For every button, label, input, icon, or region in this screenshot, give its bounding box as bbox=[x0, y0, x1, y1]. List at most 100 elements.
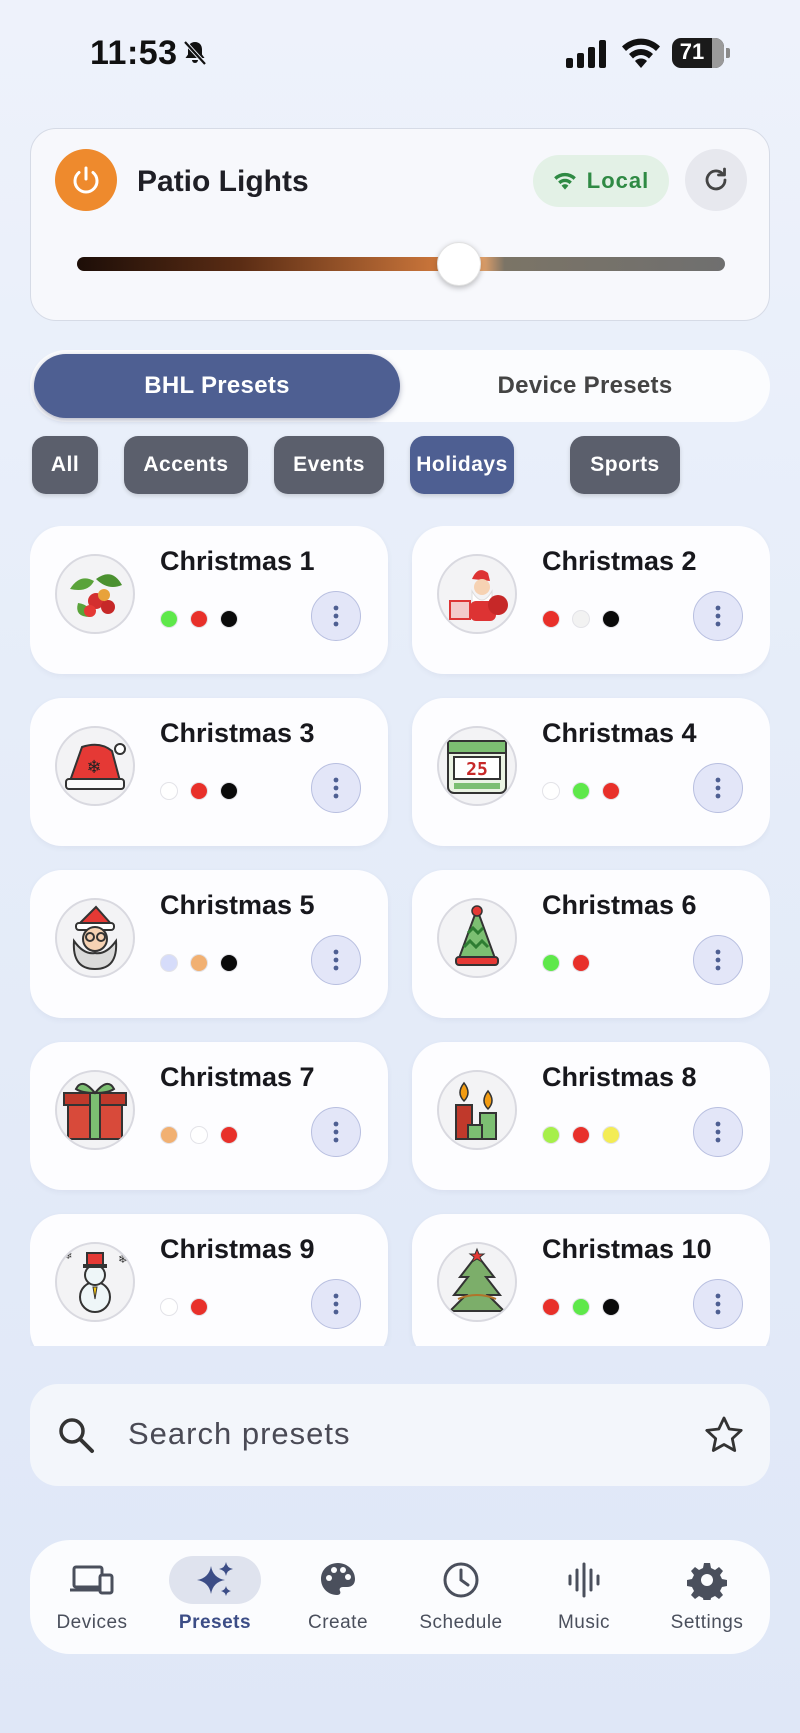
preset-source-tabs: BHL Presets Device Presets bbox=[30, 350, 770, 422]
preset-color-swatches bbox=[542, 1126, 620, 1144]
preset-color-swatches bbox=[160, 782, 238, 800]
color-swatch bbox=[572, 610, 590, 628]
preset-color-swatches bbox=[542, 610, 620, 628]
color-swatch bbox=[602, 610, 620, 628]
preset-menu-button[interactable] bbox=[311, 1279, 361, 1329]
preset-menu-button[interactable] bbox=[693, 763, 743, 813]
preset-menu-button[interactable] bbox=[311, 935, 361, 985]
color-swatch bbox=[220, 954, 238, 972]
favorites-star-icon[interactable] bbox=[702, 1413, 746, 1457]
preset-menu-button[interactable] bbox=[693, 935, 743, 985]
connection-label: Local bbox=[586, 168, 650, 193]
color-swatch bbox=[160, 610, 178, 628]
brightness-slider-thumb[interactable] bbox=[437, 242, 482, 286]
more-vertical-icon bbox=[715, 605, 721, 627]
preset-title: Christmas 9 bbox=[160, 1234, 315, 1264]
search-bar[interactable]: Search presets bbox=[30, 1384, 770, 1486]
clock-icon bbox=[415, 1556, 507, 1604]
bottom-navigation: Devices Presets Create Schedule Music Setting… bbox=[30, 1540, 770, 1654]
color-swatch bbox=[190, 954, 208, 972]
preset-card[interactable]: ❄ ❄ Christmas 9 bbox=[30, 1214, 388, 1346]
svg-text:25: 25 bbox=[466, 759, 488, 780]
search-input[interactable]: Search presets bbox=[128, 1416, 351, 1452]
preset-title: Christmas 6 bbox=[542, 890, 697, 920]
preset-menu-button[interactable] bbox=[311, 591, 361, 641]
color-swatch bbox=[160, 954, 178, 972]
preset-card[interactable]: Christmas 5 bbox=[30, 870, 388, 1018]
color-swatch bbox=[542, 610, 560, 628]
category-chip-events[interactable]: Events bbox=[274, 436, 384, 494]
tab-bhl-presets[interactable]: BHL Presets bbox=[34, 354, 400, 418]
more-vertical-icon bbox=[333, 1121, 339, 1143]
preset-card[interactable]: Christmas 2 bbox=[412, 526, 770, 674]
gear-icon bbox=[661, 1556, 753, 1604]
device-control-card: Patio Lights Local bbox=[30, 128, 770, 321]
svg-text:❄: ❄ bbox=[86, 757, 101, 778]
color-swatch bbox=[542, 1126, 560, 1144]
preset-color-swatches bbox=[542, 1298, 620, 1316]
nav-item-music[interactable]: Music bbox=[529, 1540, 639, 1654]
svg-text:❄: ❄ bbox=[64, 1251, 72, 1262]
preset-title: Christmas 4 bbox=[542, 718, 697, 748]
preset-card[interactable]: Christmas 10 bbox=[412, 1214, 770, 1346]
more-vertical-icon bbox=[715, 949, 721, 971]
nav-label: Music bbox=[557, 1612, 611, 1633]
preset-grid: Christmas 1 Christmas 2 ❄ Christmas 3 25 Chri… bbox=[30, 526, 770, 1346]
nav-label: Schedule bbox=[419, 1612, 503, 1633]
party-hat-icon bbox=[437, 898, 517, 978]
preset-menu-button[interactable] bbox=[693, 591, 743, 641]
preset-title: Christmas 7 bbox=[160, 1062, 315, 1092]
preset-card[interactable]: Christmas 6 bbox=[412, 870, 770, 1018]
calendar-25-icon: 25 bbox=[437, 726, 517, 806]
gift-icon bbox=[55, 1070, 135, 1150]
snowman-icon: ❄ ❄ bbox=[55, 1242, 135, 1322]
color-swatch bbox=[602, 1298, 620, 1316]
search-icon bbox=[59, 1418, 94, 1453]
nav-label: Settings bbox=[670, 1612, 744, 1633]
power-icon bbox=[73, 166, 99, 194]
color-swatch bbox=[160, 782, 178, 800]
santa-hat-icon: ❄ bbox=[55, 726, 135, 806]
nav-item-devices[interactable]: Devices bbox=[37, 1540, 147, 1654]
nav-item-schedule[interactable]: Schedule bbox=[406, 1540, 516, 1654]
preset-menu-button[interactable] bbox=[311, 763, 361, 813]
color-swatch bbox=[602, 1126, 620, 1144]
connection-status-badge[interactable]: Local bbox=[533, 155, 669, 207]
color-swatch bbox=[190, 1298, 208, 1316]
nav-label: Presets bbox=[178, 1612, 252, 1633]
color-swatch bbox=[572, 1126, 590, 1144]
more-vertical-icon bbox=[715, 777, 721, 799]
preset-color-swatches bbox=[542, 954, 590, 972]
preset-card[interactable]: 25 Christmas 4 bbox=[412, 698, 770, 846]
color-swatch bbox=[220, 1126, 238, 1144]
brightness-slider-track[interactable] bbox=[77, 257, 725, 271]
preset-menu-button[interactable] bbox=[311, 1107, 361, 1157]
status-bar: 11:53 71 bbox=[0, 0, 800, 110]
preset-card[interactable]: Christmas 1 bbox=[30, 526, 388, 674]
nav-item-presets[interactable]: Presets bbox=[160, 1540, 270, 1654]
category-chip-holidays[interactable]: Holidays bbox=[410, 436, 514, 494]
category-chip-sports[interactable]: Sports bbox=[570, 436, 680, 494]
nav-item-settings[interactable]: Settings bbox=[652, 1540, 762, 1654]
tab-device-presets[interactable]: Device Presets bbox=[402, 354, 768, 418]
preset-title: Christmas 10 bbox=[542, 1234, 712, 1264]
category-chip-all[interactable]: All bbox=[32, 436, 98, 494]
refresh-icon bbox=[705, 167, 727, 191]
preset-card[interactable]: Christmas 8 bbox=[412, 1042, 770, 1190]
category-chip-accents[interactable]: Accents bbox=[124, 436, 248, 494]
preset-menu-button[interactable] bbox=[693, 1279, 743, 1329]
santa-icon bbox=[437, 554, 517, 634]
refresh-button[interactable] bbox=[685, 149, 747, 211]
preset-menu-button[interactable] bbox=[693, 1107, 743, 1157]
power-button[interactable] bbox=[55, 149, 117, 211]
preset-color-swatches bbox=[160, 954, 238, 972]
more-vertical-icon bbox=[715, 1293, 721, 1315]
wifi-icon bbox=[553, 172, 576, 190]
muted-bell-icon bbox=[183, 40, 207, 66]
preset-card[interactable]: ❄ Christmas 3 bbox=[30, 698, 388, 846]
nav-item-create[interactable]: Create bbox=[283, 1540, 393, 1654]
preset-card[interactable]: Christmas 7 bbox=[30, 1042, 388, 1190]
color-swatch bbox=[542, 954, 560, 972]
devices-icon bbox=[46, 1556, 138, 1604]
more-vertical-icon bbox=[715, 1121, 721, 1143]
